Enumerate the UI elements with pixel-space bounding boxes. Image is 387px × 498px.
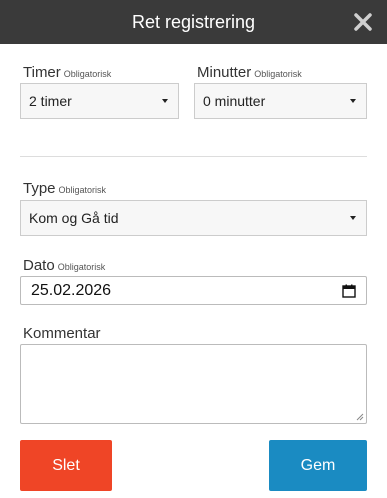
minutes-label: Minutter Obligatorisk [197,64,302,83]
resize-grip-icon[interactable] [356,413,364,421]
chevron-down-icon [350,216,356,220]
type-select[interactable]: Kom og Gå tid [20,200,367,236]
date-input-value: 25.02.2026 [31,282,112,299]
date-input[interactable]: 25.02.2026 [20,276,367,305]
hours-label-text: Timer [23,64,61,81]
section-divider [20,156,367,157]
hours-required-note: Obligatorisk [63,69,112,79]
save-button[interactable]: Gem [269,440,367,491]
hours-label: Timer Obligatorisk [23,64,111,83]
date-label-text: Dato [23,257,55,274]
type-label: Type Obligatorisk [23,180,106,199]
comment-label: Kommentar [23,325,101,342]
calendar-icon[interactable] [342,284,356,298]
type-required-note: Obligatorisk [58,185,107,195]
date-required-note: Obligatorisk [57,262,106,272]
close-icon[interactable] [353,12,373,32]
delete-button[interactable]: Slet [20,440,112,491]
comment-textarea[interactable] [20,344,367,424]
dialog-header: Ret registrering [0,0,387,44]
chevron-down-icon [162,99,168,103]
dialog-title: Ret registrering [131,12,256,32]
minutes-label-text: Minutter [197,64,252,81]
date-label: Dato Obligatorisk [23,257,105,276]
minutes-select-value: 0 minutter [203,93,266,109]
hours-select-value: 2 timer [29,93,72,109]
minutes-select[interactable]: 0 minutter [194,83,367,119]
type-label-text: Type [23,180,56,197]
minutes-required-note: Obligatorisk [254,69,302,79]
type-select-value: Kom og Gå tid [29,210,119,226]
chevron-down-icon [350,99,356,103]
hours-select[interactable]: 2 timer [20,83,179,119]
